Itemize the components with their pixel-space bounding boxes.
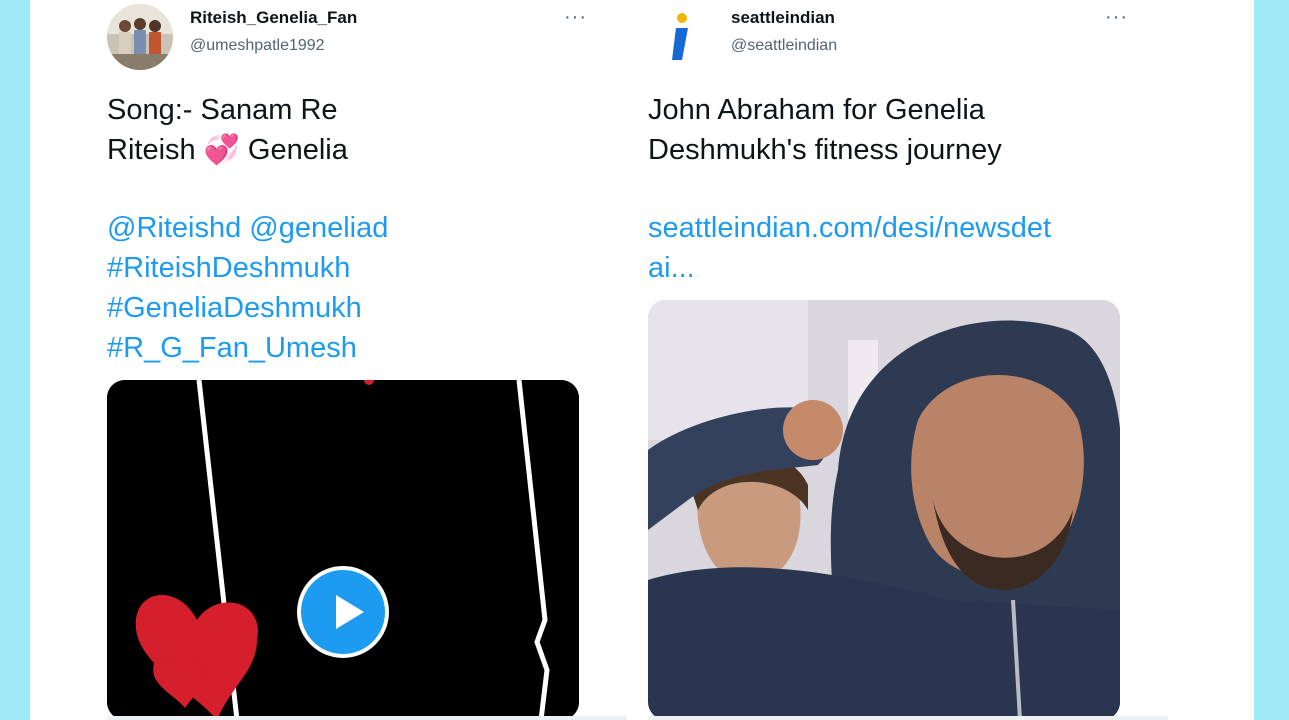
video-thumbnail[interactable] [107, 380, 579, 720]
hashtag-link-riteishdeshmukh[interactable]: #RiteishDeshmukh [107, 248, 587, 288]
display-name[interactable]: seattleindian [731, 8, 835, 28]
video-frame-art [107, 380, 579, 720]
divider [648, 716, 1168, 720]
photo-art [648, 300, 1120, 720]
username-handle[interactable]: @seattleindian [731, 37, 837, 55]
username-handle[interactable]: @umeshpatle1992 [190, 37, 325, 55]
tweet-text: John Abraham for Genelia Deshmukh's fitn… [648, 90, 1128, 288]
tweet-line-1: John Abraham for Genelia [648, 94, 985, 126]
tweet-text: Song:- Sanam Re Riteish 💞 Genelia @Ritei… [107, 90, 587, 368]
tweet-card-riteish-genelia-fan[interactable]: Riteish_Genelia_Fan @umeshpatle1992 ··· … [107, 0, 627, 720]
avatar[interactable] [107, 4, 173, 70]
divider [107, 716, 627, 720]
tweet-line-2: Deshmukh's fitness journey [648, 134, 1002, 166]
article-image[interactable] [648, 300, 1120, 720]
tweet-line-2: Riteish 💞 Genelia [107, 130, 587, 170]
tweet-line-1: Song:- Sanam Re [107, 94, 338, 126]
hearts-emoji-icon: 💞 [203, 134, 240, 166]
hashtag-link-geneliadeshmukh[interactable]: #GeneliaDeshmukh [107, 288, 587, 328]
display-name[interactable]: Riteish_Genelia_Fan [190, 8, 357, 28]
tweet-word-riteish: Riteish [107, 134, 196, 166]
play-icon[interactable] [297, 566, 389, 658]
mentions-link[interactable]: @Riteishd @geneliad [107, 208, 587, 248]
article-link-line-2[interactable]: ai... [648, 248, 1128, 288]
more-options-icon[interactable]: ··· [1105, 6, 1128, 29]
hashtag-link-rgfanumesh[interactable]: #R_G_Fan_Umesh [107, 328, 587, 368]
tweet-word-genelia: Genelia [247, 134, 348, 166]
more-options-icon[interactable]: ··· [564, 6, 587, 29]
article-link-line-1[interactable]: seattleindian.com/desi/newsdet [648, 208, 1128, 248]
tweet-card-seattleindian[interactable]: seattleindian @seattleindian ··· John Ab… [648, 0, 1168, 720]
article-link[interactable]: seattleindian.com/desi/newsdet ai... [648, 208, 1128, 288]
avatar[interactable] [648, 4, 714, 70]
